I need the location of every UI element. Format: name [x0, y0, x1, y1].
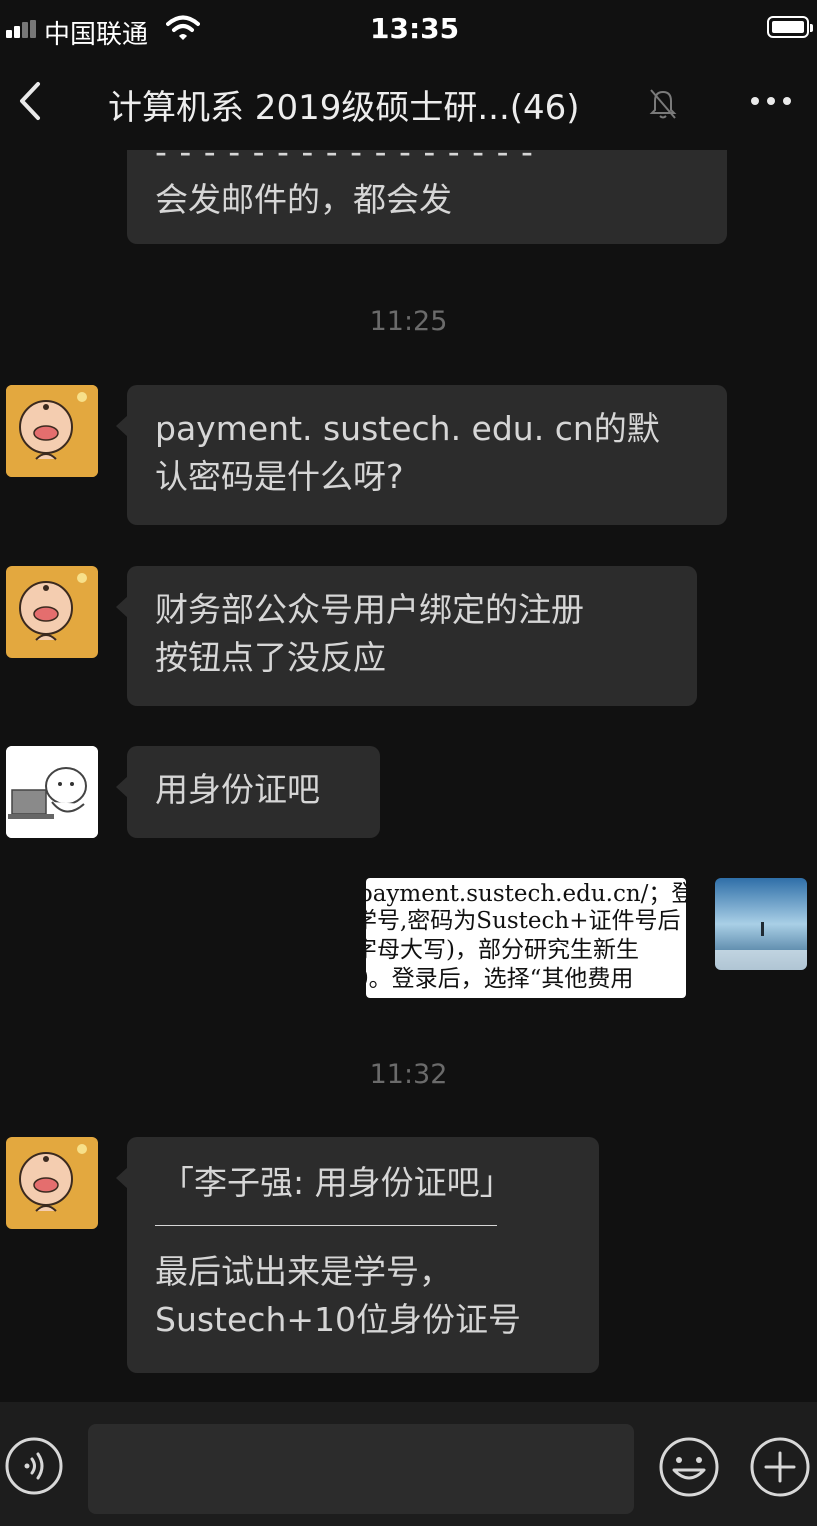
avatar[interactable]: [6, 566, 98, 658]
input-bar: [0, 1402, 817, 1526]
carrier-name: 中国联通: [44, 20, 149, 50]
avatar[interactable]: [6, 385, 98, 477]
image-text-line: 字母大写)，部分研究生新生: [366, 937, 639, 963]
wifi-icon: [166, 15, 200, 40]
quoted-text: 「李子强: 用身份证吧」: [161, 1163, 513, 1202]
timestamp: 11:25: [369, 306, 448, 337]
message-list: - - - - - - - - - - - - - - - - 会发邮件的，都会…: [0, 150, 817, 1402]
seaside-avatar-icon: [715, 878, 807, 970]
message-text: Sustech+10位身份证号: [155, 1300, 521, 1339]
cartoon-avatar-icon: [6, 566, 98, 658]
chevron-left-icon[interactable]: [8, 76, 48, 126]
avatar[interactable]: [6, 1137, 98, 1229]
chat-header: 计算机系 2019级硕士研...(46): [0, 58, 817, 150]
image-text-line: payment.sustech.edu.cn/；登陆: [366, 881, 686, 907]
message-text: 认密码是什么呀?: [155, 457, 404, 496]
battery-icon: [767, 16, 813, 38]
signal-icon: [6, 20, 36, 38]
status-time: 13:35: [370, 12, 460, 45]
message-divider: - - - - - - - - - - - - - - - -: [155, 150, 534, 171]
bell-slash-icon: [649, 89, 677, 119]
plus-icon[interactable]: [749, 1436, 811, 1498]
image-text-line: 学号,密码为Sustech+证件号后: [366, 908, 681, 934]
message-text: 最后试出来是学号，: [155, 1252, 452, 1291]
cartoon-avatar-icon: [6, 1137, 98, 1229]
message-text: 按钮点了没反应: [155, 638, 386, 677]
cartoon-avatar-icon: [6, 385, 98, 477]
message-text: payment. sustech. edu. cn的默: [155, 409, 660, 448]
message-bubble[interactable]: 用身份证吧: [116, 746, 380, 838]
my-avatar[interactable]: [715, 878, 807, 970]
bear-laptop-avatar-icon: [6, 746, 98, 838]
message-bubble[interactable]: 财务部公众号用户绑定的注册 按钮点了没反应: [116, 566, 697, 706]
message-input[interactable]: [88, 1424, 634, 1514]
message-bubble[interactable]: - - - - - - - - - - - - - - - - 会发邮件的，都会…: [127, 150, 727, 244]
message-bubble[interactable]: 「李子强: 用身份证吧」 最后试出来是学号， Sustech+10位身份证号: [116, 1137, 599, 1373]
message-text: 用身份证吧: [155, 770, 320, 809]
chat-title: 计算机系 2019级硕士研...(46): [108, 88, 580, 128]
voice-icon[interactable]: [4, 1436, 64, 1496]
image-text-line: 0。登录后，选择“其他费用: [366, 966, 634, 992]
emoji-icon[interactable]: [658, 1436, 720, 1498]
image-message[interactable]: payment.sustech.edu.cn/；登陆 学号,密码为Sustech…: [366, 878, 686, 998]
message-text: 财务部公众号用户绑定的注册: [155, 590, 584, 629]
message-text: 会发邮件的，都会发: [155, 180, 452, 219]
message-bubble[interactable]: payment. sustech. edu. cn的默 认密码是什么呀?: [116, 385, 727, 525]
status-bar: 中国联通 13:35: [0, 0, 817, 58]
quote-divider: [155, 1225, 497, 1226]
timestamp: 11:32: [369, 1059, 448, 1090]
avatar[interactable]: [6, 746, 98, 838]
more-dots-icon[interactable]: [746, 86, 796, 116]
